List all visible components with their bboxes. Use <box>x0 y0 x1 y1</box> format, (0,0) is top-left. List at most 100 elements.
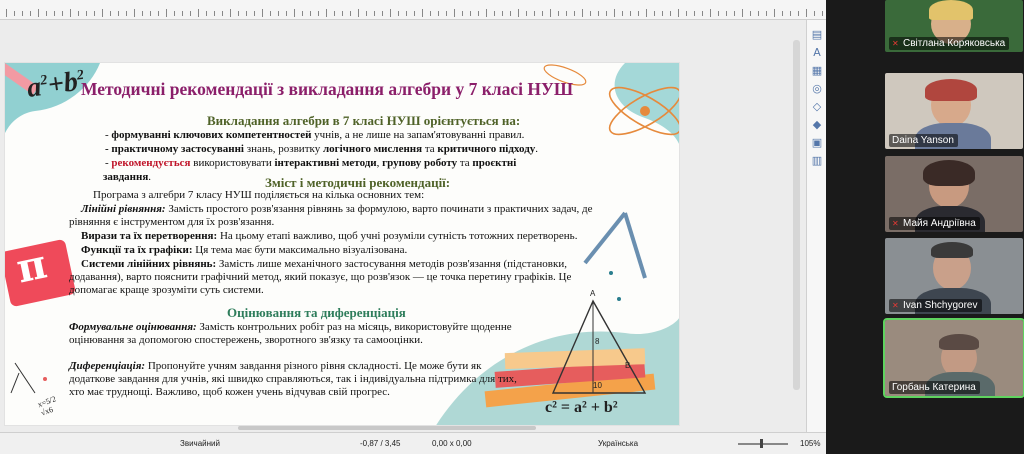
formative-assessment-cont: оцінювання за допомогою спостережень, зв… <box>69 334 423 346</box>
ruler-tick <box>470 11 471 16</box>
zoom-slider[interactable] <box>738 443 788 445</box>
gallery-icon[interactable]: ▦ <box>810 64 824 78</box>
ruler-tick <box>70 9 71 17</box>
participant-tile[interactable]: ✕ Світлана Коряковська <box>885 0 1023 52</box>
participant-name-text: Світлана Коряковська <box>903 38 1006 49</box>
dot-1 <box>609 271 613 275</box>
ruler-tick <box>262 9 263 17</box>
triangle-height-label: 8 <box>595 337 600 346</box>
topic-linear-equations-cont: рівняння є інструментом для їх розв'язан… <box>69 216 275 228</box>
participant-name: Daina Yanson <box>889 134 958 147</box>
differentiation-cont2: хто має труднощі. Важливо, щоб кожен уче… <box>69 386 390 398</box>
ruler-tick <box>454 9 455 17</box>
ruler-tick <box>94 11 95 16</box>
compass-leg-1 <box>583 211 627 265</box>
ruler-tick <box>222 11 223 16</box>
status-zoom[interactable]: 105% <box>800 439 820 448</box>
ruler-tick <box>158 11 159 16</box>
zoom-slider-knob[interactable] <box>760 439 763 448</box>
ruler-tick <box>702 11 703 16</box>
participant-name-text: Daina Yanson <box>892 135 954 146</box>
topic-label: Вирази та їх перетворення: <box>81 230 218 242</box>
ruler-tick <box>518 9 519 17</box>
horizontal-ruler[interactable] <box>0 0 826 20</box>
shapes-icon[interactable]: ◇ <box>810 100 824 114</box>
participant-name: ✕ Майя Андріївна <box>889 217 980 230</box>
navigator-icon[interactable]: ◎ <box>810 82 824 96</box>
ruler-tick <box>22 11 23 16</box>
ruler-tick <box>110 11 111 16</box>
slide-transition-icon[interactable]: ▥ <box>810 154 824 168</box>
ruler-tick <box>646 9 647 17</box>
ruler-tick <box>822 11 823 16</box>
ruler-tick <box>134 9 135 17</box>
bold-text: групову роботу <box>382 157 458 169</box>
participant-tile[interactable]: Daina Yanson <box>885 73 1023 149</box>
mic-muted-icon: ✕ <box>892 39 899 48</box>
vertical-scrollbar[interactable] <box>793 40 800 390</box>
topic-linear-equations: Лінійні рівняння: Замість простого розв'… <box>81 203 593 216</box>
properties-icon[interactable]: ▤ <box>810 28 824 42</box>
master-slides-icon[interactable]: ▣ <box>810 136 824 150</box>
slide-title: Методичні рекомендації з викладання алге… <box>81 79 574 99</box>
ruler-tick <box>182 11 183 16</box>
slide[interactable]: a2+b2 π c² = a² + b² A 8 10 B x=5/2 √x6 … <box>4 62 680 426</box>
text: . <box>148 171 152 183</box>
participant-tile[interactable]: ✕ Ivan Shchygorev <box>885 238 1023 314</box>
horizontal-scrollbar[interactable] <box>238 426 536 430</box>
ruler-tick <box>390 9 391 17</box>
topic-systems-cont2: допомагає краще зрозуміти суть системи. <box>69 284 264 296</box>
ruler-tick <box>734 11 735 16</box>
text: учнів, а не лише на запам'ятовуванні пра… <box>311 129 525 141</box>
participant-name: ✕ Ivan Shchygorev <box>889 299 982 312</box>
status-language[interactable]: Українська <box>598 439 638 448</box>
ruler-tick <box>422 9 423 17</box>
ruler-tick <box>590 11 591 16</box>
ruler-tick <box>782 11 783 16</box>
sidebar-deck: ▤ A ▦ ◎ ◇ ◆ ▣ ▥ <box>806 20 826 432</box>
styles-icon[interactable]: A <box>810 46 824 60</box>
participant-name: ✕ Світлана Коряковська <box>889 37 1010 50</box>
status-slide-style[interactable]: Звичайний <box>180 439 220 448</box>
ruler-tick <box>102 9 103 17</box>
red-text: рекомендується <box>111 157 191 169</box>
text: Ця тема має бути максимально візуалізова… <box>192 244 408 256</box>
program-intro: Програма з алгебри 7 класу НУШ поділяєть… <box>93 189 425 201</box>
ruler-tick <box>230 9 231 17</box>
atom-nucleus <box>640 106 650 116</box>
ruler-tick <box>62 11 63 16</box>
pink-dots <box>43 377 47 381</box>
ruler-tick <box>326 9 327 17</box>
ruler-tick <box>334 11 335 16</box>
status-bar: Звичайний -0,87 / 3,45 0,00 x 0,00 Украї… <box>0 432 826 454</box>
ruler-tick <box>382 11 383 16</box>
bold-text: логічного мислення <box>322 143 423 155</box>
screen: a2+b2 π c² = a² + b² A 8 10 B x=5/2 √x6 … <box>0 0 1024 454</box>
animation-icon[interactable]: ◆ <box>810 118 824 132</box>
ruler-tick <box>686 11 687 16</box>
ruler-tick <box>638 11 639 16</box>
ruler-tick <box>670 11 671 16</box>
bullet-competences: - формуванні ключових компетентностей уч… <box>105 129 524 142</box>
participants-panel: ✕ Світлана Коряковська Daina Yanson ✕ Майя… <box>826 0 1024 454</box>
ruler-tick <box>374 11 375 16</box>
text: Замість простого розв'язання рівнянь за … <box>165 203 593 215</box>
ruler-tick <box>214 11 215 16</box>
participant-name: Горбань Катерина <box>889 381 980 394</box>
bold-text: інтерактивні методи <box>274 157 377 169</box>
ruler-tick <box>790 11 791 16</box>
participant-name-text: Горбань Катерина <box>892 382 976 393</box>
ruler-tick <box>446 11 447 16</box>
participant-tile-active-speaker[interactable]: Горбань Катерина <box>883 318 1024 398</box>
participant-tile[interactable]: ✕ Майя Андріївна <box>885 156 1023 232</box>
ruler-tick <box>694 11 695 16</box>
text: знань, розвитку <box>244 143 323 155</box>
topic-label: Функції та їх графіки: <box>81 244 193 256</box>
triangle-base-label: 10 <box>593 381 602 390</box>
topic-label: Диференціація: <box>69 360 146 372</box>
ruler-tick <box>718 11 719 16</box>
ruler-tick <box>558 11 559 16</box>
ruler-tick <box>198 9 199 17</box>
mic-muted-icon: ✕ <box>892 219 899 228</box>
ruler-tick <box>286 11 287 16</box>
